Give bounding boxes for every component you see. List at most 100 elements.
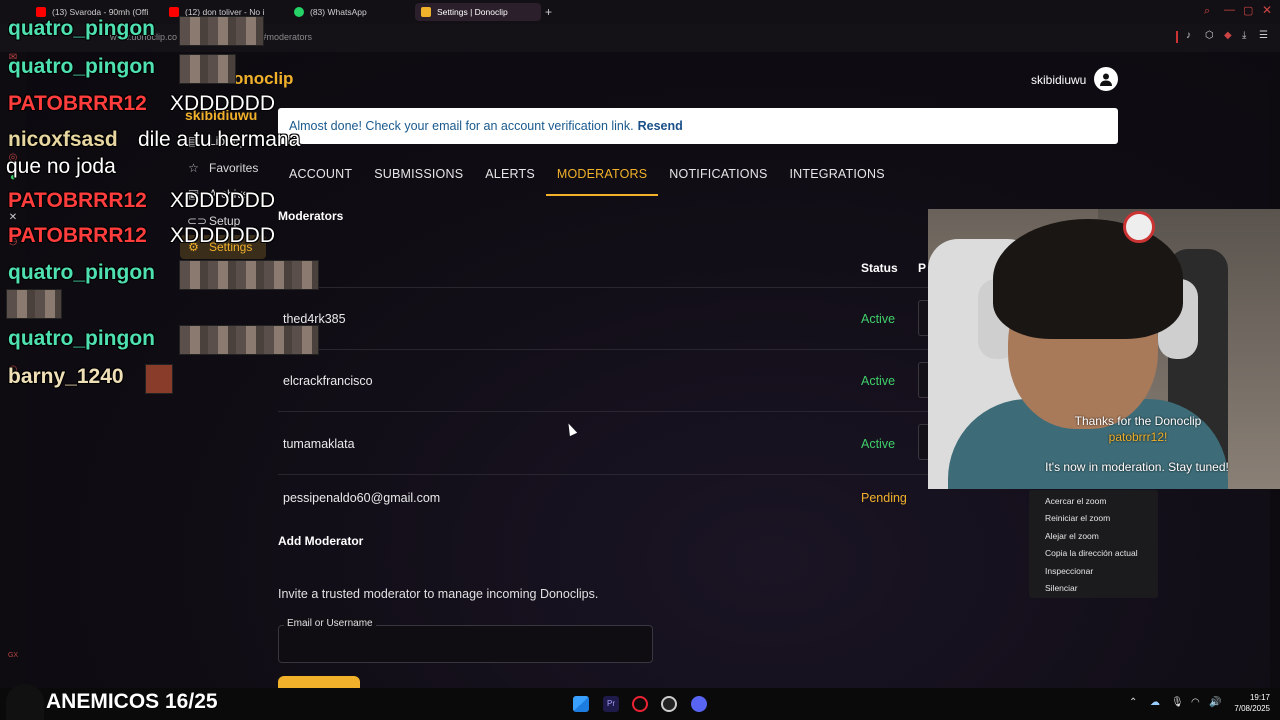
- tab-account[interactable]: ACCOUNT: [278, 158, 363, 196]
- chat-username: PATOBRRR12: [8, 189, 147, 212]
- maximize-icon[interactable]: ▢: [1243, 4, 1253, 17]
- table-row: tumamaklata Active: [278, 411, 938, 473]
- chat-emote: [179, 54, 236, 84]
- microphone-icon[interactable]: 🎙: [1171, 697, 1184, 708]
- moderator-name: thed4rk385: [283, 312, 346, 326]
- chat-message: dile a tu hermana: [138, 128, 301, 151]
- whatsapp-icon: [294, 7, 304, 17]
- status-badge: Pending: [861, 491, 907, 505]
- tab-notifications[interactable]: NOTIFICATIONS: [658, 158, 778, 196]
- minimize-icon[interactable]: —: [1224, 4, 1235, 16]
- clock-date: 7/08/2025: [1234, 704, 1270, 713]
- resend-link[interactable]: Resend: [638, 119, 683, 133]
- star-icon: ☆: [188, 160, 199, 175]
- table-row: pessipenaldo60@gmail.com Pending: [278, 474, 938, 520]
- chat-emote: [6, 289, 62, 319]
- menu-item-zoom-out[interactable]: Alejar el zoom: [1029, 528, 1158, 545]
- vpn-icon[interactable]: ◆: [1224, 30, 1232, 41]
- add-moderator-title: Add Moderator: [278, 534, 364, 548]
- donation-line3: It's now in moderation. Stay tuned!: [1045, 460, 1229, 474]
- user-icon: [1100, 73, 1112, 86]
- taskbar-clock[interactable]: 19:17 7/08/2025: [1226, 692, 1270, 714]
- banner-text: Almost done! Check your email for an acc…: [289, 119, 634, 133]
- chevron-up-icon[interactable]: ⌃: [1129, 697, 1137, 708]
- tab-integrations[interactable]: INTEGRATIONS: [779, 158, 896, 196]
- chat-username: PATOBRRR12: [8, 224, 147, 247]
- tab-label: Settings | Donoclip: [437, 7, 508, 17]
- menu-item-zoom-in[interactable]: Acercar el zoom: [1029, 493, 1158, 510]
- chat-username: PATOBRRR12: [8, 92, 147, 115]
- youtube-icon: [169, 7, 179, 17]
- moderator-name: elcrackfrancisco: [283, 374, 373, 388]
- chat-message: XDDDDDD: [170, 224, 275, 247]
- new-tab-icon[interactable]: +: [545, 5, 552, 19]
- chat-username: quatro_pingon: [8, 55, 155, 78]
- header-username[interactable]: skibidiuwu: [1031, 73, 1086, 87]
- chat-username: quatro_pingon: [8, 327, 155, 350]
- obs-icon[interactable]: [661, 696, 677, 712]
- x-icon[interactable]: ✕: [7, 212, 19, 224]
- discord-icon[interactable]: [691, 696, 707, 712]
- tab-submissions[interactable]: SUBMISSIONS: [363, 158, 474, 196]
- opera-gx-icon[interactable]: [632, 696, 648, 712]
- gx-icon[interactable]: GX: [7, 650, 19, 662]
- tab-label: (83) WhatsApp: [310, 7, 367, 17]
- menu-item-inspect[interactable]: Inspeccionar: [1029, 563, 1158, 580]
- site-logo[interactable]: onoclip: [233, 69, 293, 89]
- avatar[interactable]: [1094, 67, 1118, 91]
- chat-emote: [179, 260, 319, 290]
- menu-item-reset-zoom[interactable]: Reiniciar el zoom: [1029, 510, 1158, 527]
- menu-item-mute[interactable]: Silenciar: [1029, 580, 1158, 597]
- chat-emote: [179, 325, 319, 355]
- settings-tabs: ACCOUNT SUBMISSIONS ALERTS MODERATORS NO…: [278, 158, 896, 196]
- chat-username: quatro_pingon: [8, 261, 155, 284]
- column-header-partial: P: [918, 261, 927, 275]
- sidebar-item-favorites[interactable]: ☆ Favorites: [187, 161, 258, 175]
- download-icon[interactable]: ⤓: [1242, 30, 1246, 41]
- subgoal-text: ANEMICOS 16/25: [46, 690, 218, 713]
- youtube-icon: [36, 7, 46, 17]
- sidebar-item-label: Favorites: [209, 161, 259, 175]
- subgoal-avatar: [6, 684, 44, 720]
- chat-message: XDDDDDD: [170, 189, 275, 212]
- premiere-icon[interactable]: Pr: [603, 696, 619, 712]
- browser-tab[interactable]: (83) WhatsApp: [288, 3, 408, 21]
- close-icon[interactable]: ✕: [1262, 3, 1272, 17]
- clock-time: 19:17: [1249, 693, 1270, 702]
- tab-alerts[interactable]: ALERTS: [474, 158, 546, 196]
- email-field[interactable]: [278, 625, 653, 663]
- network-icon[interactable]: ☁: [1150, 697, 1160, 708]
- donation-line2: patobrrr12!: [1108, 430, 1168, 444]
- moderator-name: pessipenaldo60@gmail.com: [283, 491, 441, 505]
- menu-item-copy-address[interactable]: Copia la dirección actual: [1029, 545, 1158, 562]
- cam-hair: [993, 219, 1183, 339]
- wifi-icon[interactable]: ◠: [1191, 697, 1200, 708]
- audio-icon[interactable]: ♪: [1186, 30, 1191, 41]
- browser-tab-active[interactable]: Settings | Donoclip: [415, 3, 541, 21]
- chat-emote: [145, 364, 173, 394]
- extensions-icon[interactable]: ⬡: [1205, 30, 1214, 41]
- chat-username: barny_1240: [8, 365, 124, 388]
- chat-message: XDDDDDD: [170, 92, 275, 115]
- email-field-label: Email or Username: [284, 618, 376, 629]
- search-icon[interactable]: ⌕: [1204, 5, 1210, 18]
- section-title: Moderators: [278, 209, 344, 223]
- chat-username: quatro_pingon: [8, 17, 155, 40]
- no-sign-icon: [1123, 211, 1155, 243]
- table-row: thed4rk385 Active: [278, 287, 938, 349]
- donation-line1: Thanks for the Donoclip: [1074, 414, 1202, 428]
- tab-moderators[interactable]: MODERATORS: [545, 158, 659, 196]
- volume-icon[interactable]: 🔊: [1209, 697, 1221, 708]
- webcam-overlay: Thanks for the Donoclip patobrrr12! It's…: [928, 209, 1280, 489]
- windows-start-icon[interactable]: [573, 696, 589, 712]
- chat-username: nicoxfsasd: [8, 128, 118, 151]
- column-header-status: Status: [861, 261, 898, 275]
- chat-message: que no joda: [6, 155, 116, 178]
- status-badge: Active: [861, 312, 896, 326]
- chat-emote: [179, 16, 264, 46]
- invite-text: Invite a trusted moderator to manage inc…: [278, 587, 599, 601]
- verification-banner: Almost done! Check your email for an acc…: [278, 108, 1118, 144]
- menu-icon[interactable]: ☰: [1259, 30, 1268, 41]
- moderator-name: tumamaklata: [283, 437, 355, 451]
- donoclip-icon: [421, 7, 431, 17]
